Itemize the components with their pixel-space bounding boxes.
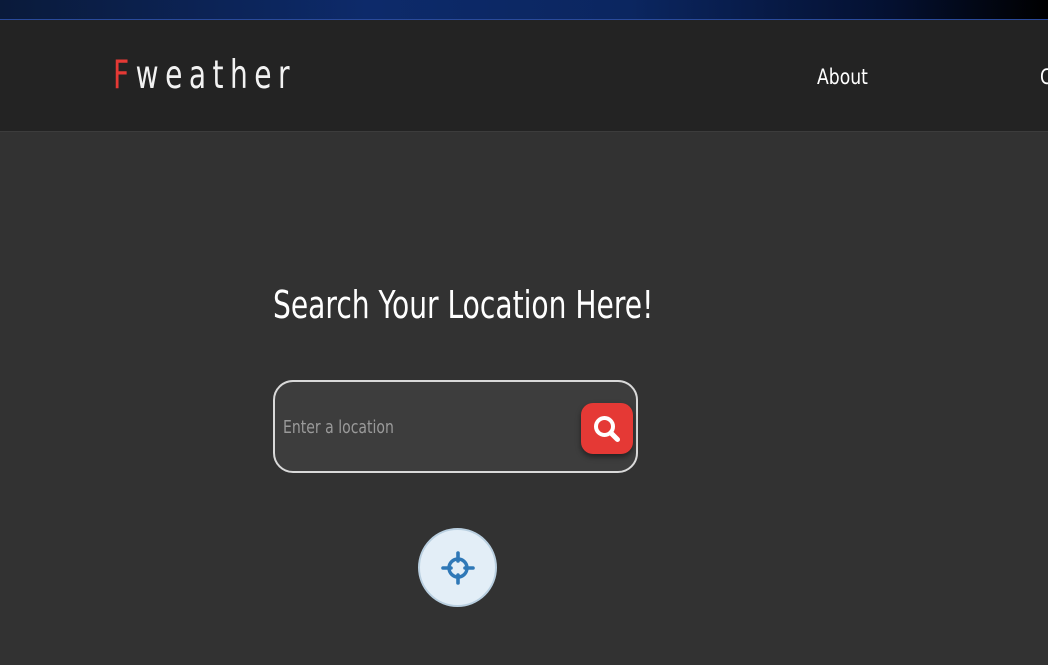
search-box (273, 380, 638, 473)
search-button[interactable] (581, 403, 633, 454)
window-top-strip (0, 0, 1048, 20)
logo-text: weather (135, 53, 297, 98)
logo-accent-letter: F (113, 53, 136, 98)
crosshair-icon (440, 550, 475, 585)
nav-link-contact[interactable]: C (1040, 64, 1048, 90)
search-icon (594, 415, 620, 442)
nav-link-about[interactable]: About (817, 64, 868, 90)
site-logo[interactable]: Fweather (113, 53, 296, 99)
page-heading: Search Your Location Here! (273, 283, 654, 327)
search-input[interactable] (283, 415, 572, 439)
locate-me-button[interactable] (418, 528, 497, 607)
navbar: Fweather About C (0, 20, 1048, 132)
search-input-wrapper (283, 415, 572, 439)
